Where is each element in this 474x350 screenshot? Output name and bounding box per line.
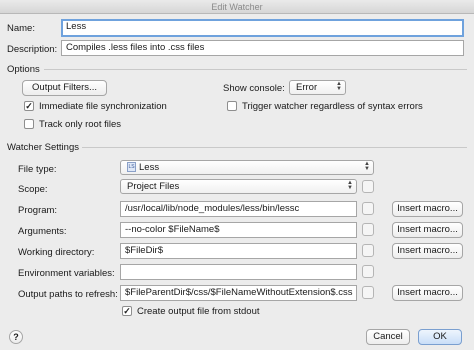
file-type-value: Less	[139, 162, 160, 173]
create-output-checkbox[interactable]: ✓	[122, 306, 132, 316]
description-label: Description:	[7, 44, 58, 55]
scope-value: Project Files	[127, 181, 180, 192]
arguments-insert-macro-button[interactable]: Insert macro...	[392, 222, 463, 238]
file-type-select[interactable]: LS Less ▲ ▼	[120, 160, 374, 175]
program-browse-button[interactable]	[362, 202, 374, 215]
track-root-checkbox[interactable]	[24, 119, 34, 129]
help-button[interactable]: ?	[9, 330, 23, 344]
options-section-title: Options	[7, 64, 40, 75]
scope-browse-button[interactable]	[362, 180, 374, 193]
output-paths-label: Output paths to refresh:	[18, 289, 118, 300]
arguments-label: Arguments:	[18, 226, 67, 237]
watcher-section-title: Watcher Settings	[7, 142, 79, 153]
output-paths-expand-button[interactable]	[362, 286, 374, 299]
select-arrows-icon: ▲ ▼	[364, 161, 370, 172]
cancel-button[interactable]: Cancel	[366, 329, 410, 345]
output-paths-input[interactable]: $FileParentDir$/css/$FileNameWithoutExte…	[120, 285, 357, 301]
select-arrows-icon: ▲ ▼	[347, 180, 353, 191]
ok-button[interactable]: OK	[418, 329, 462, 345]
show-console-label: Show console:	[223, 83, 285, 94]
environment-variables-edit-button[interactable]	[362, 265, 374, 278]
program-input[interactable]: /usr/local/lib/node_modules/less/bin/les…	[120, 201, 357, 217]
options-divider	[44, 69, 467, 70]
scope-select[interactable]: Project Files ▲ ▼	[120, 179, 357, 194]
description-input[interactable]: Compiles .less files into .css files	[61, 40, 464, 56]
program-label: Program:	[18, 205, 58, 216]
watcher-divider	[82, 147, 467, 148]
select-arrows-icon: ▲ ▼	[336, 81, 342, 92]
working-directory-input[interactable]: $FileDir$	[120, 243, 357, 259]
less-file-icon: LS	[127, 162, 136, 173]
trigger-regardless-checkbox[interactable]	[227, 101, 237, 111]
output-filters-button[interactable]: Output Filters...	[22, 80, 107, 96]
working-directory-browse-button[interactable]	[362, 244, 374, 257]
scope-label: Scope:	[18, 184, 48, 195]
program-insert-macro-button[interactable]: Insert macro...	[392, 201, 463, 217]
immediate-sync-checkbox[interactable]: ✓	[24, 101, 34, 111]
output-paths-insert-macro-button[interactable]: Insert macro...	[392, 285, 463, 301]
trigger-regardless-label: Trigger watcher regardless of syntax err…	[242, 101, 423, 112]
show-console-select[interactable]: Error ▲ ▼	[289, 80, 346, 95]
environment-variables-label: Environment variables:	[18, 268, 115, 279]
immediate-sync-label: Immediate file synchronization	[39, 101, 167, 112]
window-title: Edit Watcher	[0, 0, 474, 14]
show-console-value: Error	[296, 82, 318, 93]
name-label: Name:	[7, 23, 35, 34]
track-root-label: Track only root files	[39, 119, 122, 130]
environment-variables-input[interactable]	[120, 264, 357, 280]
working-directory-insert-macro-button[interactable]: Insert macro...	[392, 243, 463, 259]
working-directory-label: Working directory:	[18, 247, 95, 258]
name-input[interactable]: Less	[61, 19, 464, 37]
arguments-input[interactable]: --no-color $FileName$	[120, 222, 357, 238]
arguments-expand-button[interactable]	[362, 223, 374, 236]
create-output-label: Create output file from stdout	[137, 306, 260, 317]
file-type-label: File type:	[18, 164, 57, 175]
